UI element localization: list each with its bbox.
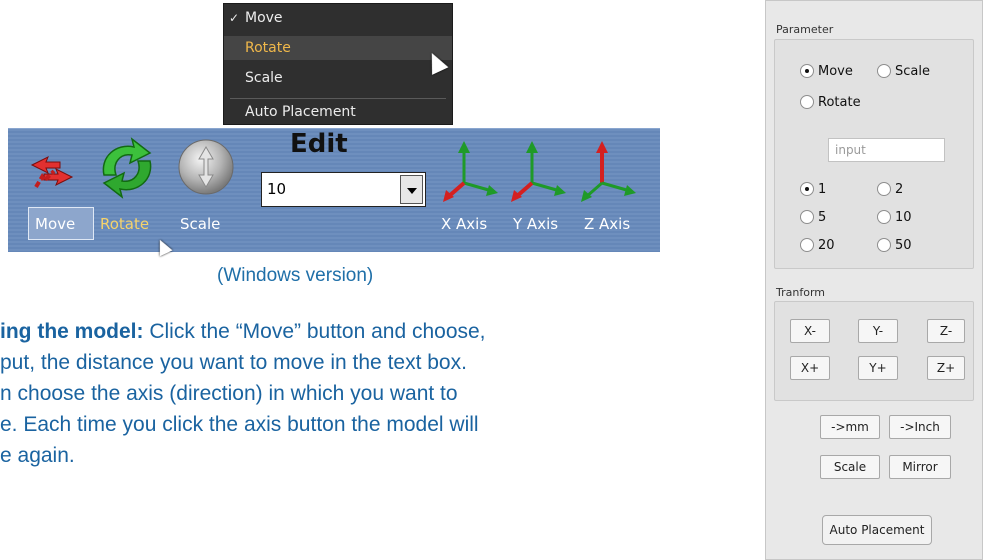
radio-label: 1 [818, 182, 827, 197]
radio-label: 20 [818, 238, 835, 253]
body-line: e. Each time you click the axis button t… [0, 409, 720, 440]
radio-mode-move[interactable]: Move [800, 63, 853, 81]
to-mm-button[interactable]: ->mm [820, 415, 880, 439]
radio-label: 5 [818, 210, 827, 225]
mode-dropdown-menu: ✓ Move Rotate Scale Auto Placement [223, 3, 453, 125]
radio-dot [800, 94, 814, 109]
body-line: e again. [0, 440, 720, 471]
body-text: e again. [0, 444, 75, 467]
toolbar-label-scale[interactable]: Scale [180, 215, 220, 233]
parameter-group-label: Parameter [776, 23, 834, 36]
radio-step-2[interactable]: 2 [877, 181, 903, 199]
mouse-cursor-icon [153, 236, 173, 257]
parameter-panel: Parameter Move Scale Rotate input 1 2 5 … [765, 0, 983, 560]
edit-toolbar: Move Rotate Scale Edit 10 X Axis Y Axis … [8, 128, 660, 257]
body-text: e. Each time you click the axis button t… [0, 413, 479, 436]
radio-dot [877, 63, 891, 78]
radio-dot [800, 181, 814, 196]
radio-label: 2 [895, 182, 904, 197]
body-line: n choose the axis (direction) in which y… [0, 378, 720, 409]
toolbar-label-x-axis[interactable]: X Axis [441, 215, 487, 233]
body-text: Click the “Move” button and choose, [143, 320, 486, 343]
body-line: ing the model: Click the “Move” button a… [0, 316, 720, 347]
z-axis-icon[interactable] [578, 139, 640, 205]
menu-item-scale[interactable]: Scale [224, 66, 452, 90]
menu-item-move[interactable]: ✓ Move [224, 6, 452, 30]
radio-label: Scale [895, 64, 930, 79]
edit-title: Edit [290, 129, 348, 159]
mirror-button[interactable]: Mirror [889, 455, 951, 479]
radio-label: Rotate [818, 95, 861, 110]
chevron-down-icon [407, 188, 417, 194]
menu-item-label: Rotate [245, 40, 291, 56]
radio-step-5[interactable]: 5 [800, 209, 826, 227]
edit-amount-value: 10 [267, 180, 287, 198]
z-plus-button[interactable]: Z+ [927, 356, 965, 380]
y-minus-button[interactable]: Y- [858, 319, 898, 343]
body-text: n choose the axis (direction) in which y… [0, 382, 458, 405]
step-input-field[interactable]: input [828, 138, 945, 162]
scale-button[interactable]: Scale [820, 455, 880, 479]
body-text: put, the distance you want to move in th… [0, 351, 467, 374]
radio-dot [800, 63, 814, 78]
radio-step-20[interactable]: 20 [800, 237, 835, 255]
toolbar-label-y-axis[interactable]: Y Axis [513, 215, 558, 233]
radio-label: 10 [895, 210, 912, 225]
checkmark-icon: ✓ [229, 11, 240, 25]
radio-mode-scale[interactable]: Scale [877, 63, 930, 81]
to-inch-button[interactable]: ->Inch [889, 415, 951, 439]
x-minus-button[interactable]: X- [790, 319, 830, 343]
radio-step-1[interactable]: 1 [800, 181, 826, 199]
radio-label: 50 [895, 238, 912, 253]
y-axis-icon[interactable] [508, 139, 570, 205]
move-arrows-icon[interactable] [26, 147, 78, 195]
radio-step-10[interactable]: 10 [877, 209, 912, 227]
radio-dot [877, 181, 891, 196]
menu-item-label: Move [245, 10, 283, 26]
x-axis-icon[interactable] [440, 139, 502, 205]
transform-group-label: Tranform [776, 286, 825, 299]
toolbar-label-move[interactable]: Move [35, 215, 75, 233]
auto-placement-button[interactable]: Auto Placement [822, 515, 932, 545]
radio-dot [877, 237, 891, 252]
transform-group [774, 301, 974, 401]
menu-item-label: Scale [245, 70, 283, 86]
edit-amount-combobox[interactable]: 10 [261, 172, 426, 207]
menu-item-label: Auto Placement [245, 104, 356, 120]
x-plus-button[interactable]: X+ [790, 356, 830, 380]
toolbar-label-z-axis[interactable]: Z Axis [584, 215, 630, 233]
toolbar-label-rotate[interactable]: Rotate [100, 215, 149, 233]
radio-mode-rotate[interactable]: Rotate [800, 94, 861, 112]
radio-dot [877, 209, 891, 224]
rotate-arrows-icon[interactable] [96, 137, 158, 199]
caption: (Windows version) [217, 265, 374, 286]
menu-item-auto-placement[interactable]: Auto Placement [224, 100, 452, 124]
z-minus-button[interactable]: Z- [927, 319, 965, 343]
menu-item-rotate[interactable]: Rotate [224, 36, 452, 60]
scale-knob-icon[interactable] [176, 137, 236, 197]
radio-label: Move [818, 64, 853, 79]
combobox-dropdown-button[interactable] [400, 175, 423, 204]
body-bold-heading: ing the model: [0, 320, 144, 343]
instructions-paragraph: ing the model: Click the “Move” button a… [0, 316, 720, 471]
menu-separator [230, 98, 446, 99]
radio-dot [800, 237, 814, 252]
radio-step-50[interactable]: 50 [877, 237, 912, 255]
body-line: put, the distance you want to move in th… [0, 347, 720, 378]
y-plus-button[interactable]: Y+ [858, 356, 898, 380]
radio-dot [800, 209, 814, 224]
